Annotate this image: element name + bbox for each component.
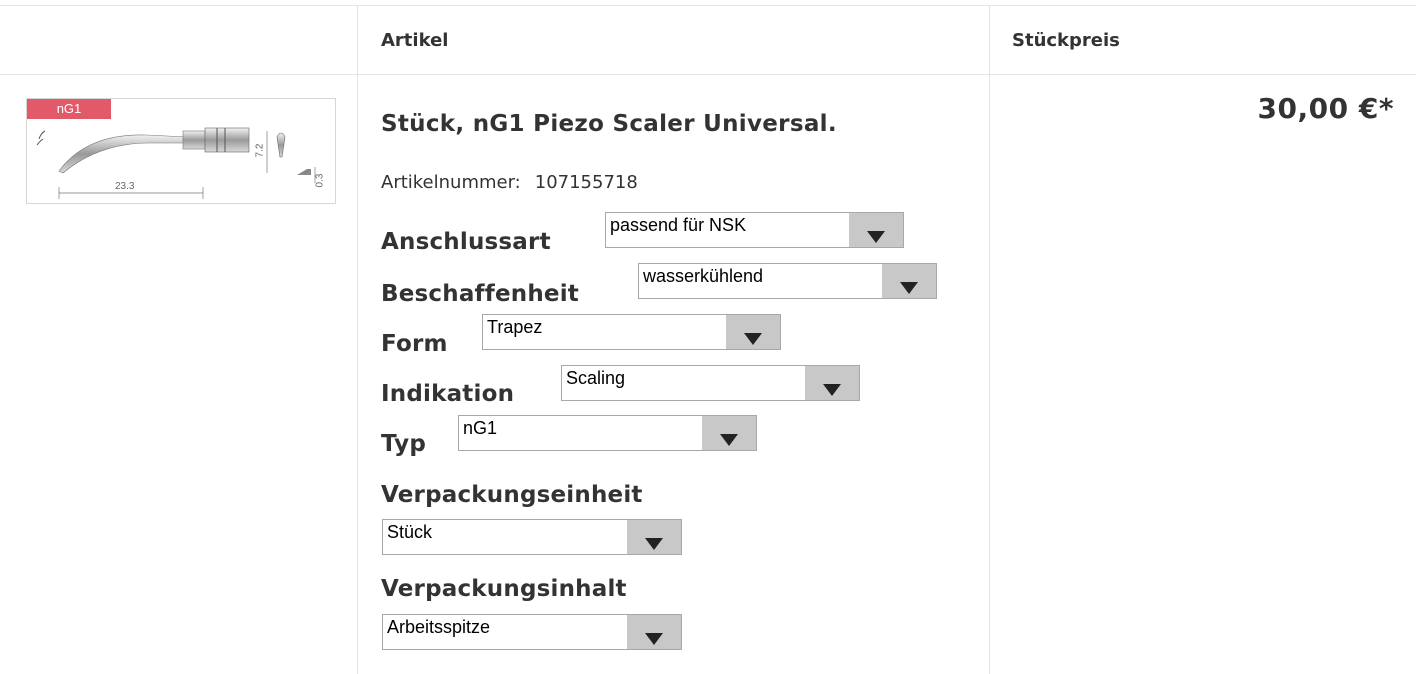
column-header-unit-price: Stückpreis <box>1012 30 1120 51</box>
triangle-down-icon <box>744 333 762 345</box>
select-beschaffenheit[interactable]: wasserkühlend <box>638 263 937 299</box>
triangle-down-icon <box>900 282 918 294</box>
select-verpackungseinheit[interactable]: Stück <box>382 519 682 555</box>
dropdown-button[interactable] <box>805 366 859 400</box>
column-divider-article <box>357 5 358 674</box>
dropdown-button[interactable] <box>726 315 780 349</box>
select-typ[interactable]: nG1 <box>458 415 757 451</box>
triangle-down-icon <box>645 538 663 550</box>
product-image[interactable]: nG1 23.3 7.2 0.3 <box>26 98 336 204</box>
triangle-down-icon <box>720 434 738 446</box>
select-typ-value: nG1 <box>463 418 498 438</box>
select-anschlussart[interactable]: passend für NSK <box>605 212 904 248</box>
dropdown-button[interactable] <box>627 615 681 649</box>
option-label-indikation: Indikation <box>381 381 515 407</box>
article-number-label: Artikelnummer: <box>381 172 521 193</box>
select-form-value: Trapez <box>487 317 543 337</box>
scaler-tip-drawing <box>36 127 316 199</box>
dimension-height-label: 7.2 <box>254 143 266 158</box>
dimension-width-label: 23.3 <box>115 181 135 192</box>
triangle-down-icon <box>645 633 663 645</box>
select-indikation-value: Scaling <box>566 368 626 388</box>
option-label-typ: Typ <box>381 431 427 457</box>
dimension-tip-label: 0.3 <box>314 173 326 188</box>
option-label-beschaffenheit: Beschaffenheit <box>381 281 579 307</box>
column-divider-price <box>989 5 990 674</box>
select-anschlussart-value: passend für NSK <box>610 215 747 235</box>
dropdown-button[interactable] <box>702 416 756 450</box>
select-verpackungsinhalt-value: Arbeitsspitze <box>387 617 491 637</box>
article-number-value: 107155718 <box>534 172 638 193</box>
select-form[interactable]: Trapez <box>482 314 781 350</box>
article-number-row: Artikelnummer: 107155718 <box>381 172 638 193</box>
table-header-divider <box>0 74 1416 75</box>
option-label-verpackungseinheit: Verpackungseinheit <box>381 482 643 508</box>
select-indikation[interactable]: Scaling <box>561 365 860 401</box>
product-title[interactable]: Stück, nG1 Piezo Scaler Universal. <box>381 111 837 137</box>
dropdown-button[interactable] <box>849 213 903 247</box>
unit-price: 30,00 €* <box>1257 92 1394 125</box>
option-label-form: Form <box>381 331 448 357</box>
table-top-border <box>0 5 1416 6</box>
dropdown-button[interactable] <box>882 264 936 298</box>
dropdown-button[interactable] <box>627 520 681 554</box>
select-verpackungseinheit-value: Stück <box>387 522 433 542</box>
select-beschaffenheit-value: wasserkühlend <box>643 266 764 286</box>
triangle-down-icon <box>823 384 841 396</box>
option-label-anschlussart: Anschlussart <box>381 229 551 255</box>
select-verpackungsinhalt[interactable]: Arbeitsspitze <box>382 614 682 650</box>
triangle-down-icon <box>867 231 885 243</box>
column-header-article: Artikel <box>381 30 449 51</box>
option-label-verpackungsinhalt: Verpackungsinhalt <box>381 576 627 602</box>
